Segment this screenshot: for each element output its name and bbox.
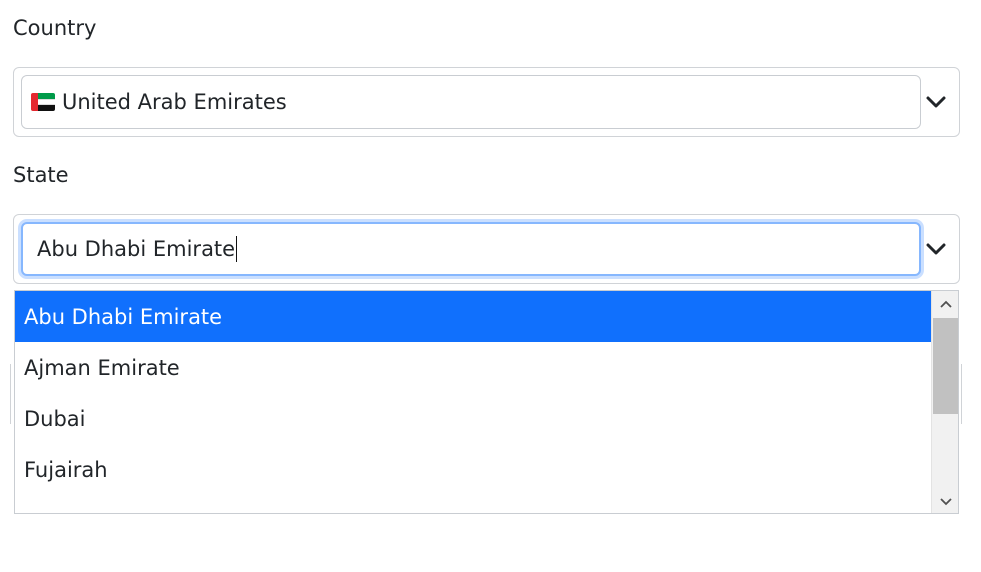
state-options-dropdown[interactable]: Abu Dhabi Emirate Ajman Emirate Dubai Fu… — [14, 290, 959, 514]
country-select[interactable]: United Arab Emirates — [13, 67, 960, 137]
option-label: Dubai — [24, 406, 86, 431]
state-label: State — [13, 163, 69, 187]
scroll-down-button[interactable] — [932, 489, 958, 513]
text-caret — [236, 236, 238, 262]
country-select-box[interactable]: United Arab Emirates — [21, 75, 921, 129]
scroll-thumb[interactable] — [933, 318, 958, 414]
hidden-field-border — [10, 364, 13, 424]
scroll-up-button[interactable] — [932, 291, 958, 317]
state-input-value: Abu Dhabi Emirate — [37, 237, 236, 261]
options-list: Abu Dhabi Emirate Ajman Emirate Dubai Fu… — [15, 291, 932, 495]
list-item[interactable]: Dubai — [15, 393, 932, 444]
chevron-down-icon[interactable] — [925, 94, 947, 110]
uae-flag-icon — [31, 93, 55, 111]
list-item[interactable]: Ajman Emirate — [15, 342, 932, 393]
country-label: Country — [13, 16, 97, 40]
list-item[interactable]: Abu Dhabi Emirate — [15, 291, 932, 342]
option-label: Abu Dhabi Emirate — [24, 304, 223, 329]
chevron-up-icon — [939, 300, 952, 308]
country-selected-value: United Arab Emirates — [62, 90, 287, 114]
list-item[interactable]: Fujairah — [15, 444, 932, 495]
dropdown-scrollbar[interactable] — [931, 291, 958, 513]
chevron-down-icon — [939, 498, 952, 506]
hidden-field-border — [959, 364, 962, 424]
option-label: Fujairah — [24, 457, 108, 482]
state-search-input[interactable]: Abu Dhabi Emirate — [21, 222, 921, 276]
option-label: Ajman Emirate — [24, 355, 180, 380]
state-select[interactable]: Abu Dhabi Emirate — [13, 214, 960, 284]
chevron-down-icon[interactable] — [925, 241, 947, 257]
